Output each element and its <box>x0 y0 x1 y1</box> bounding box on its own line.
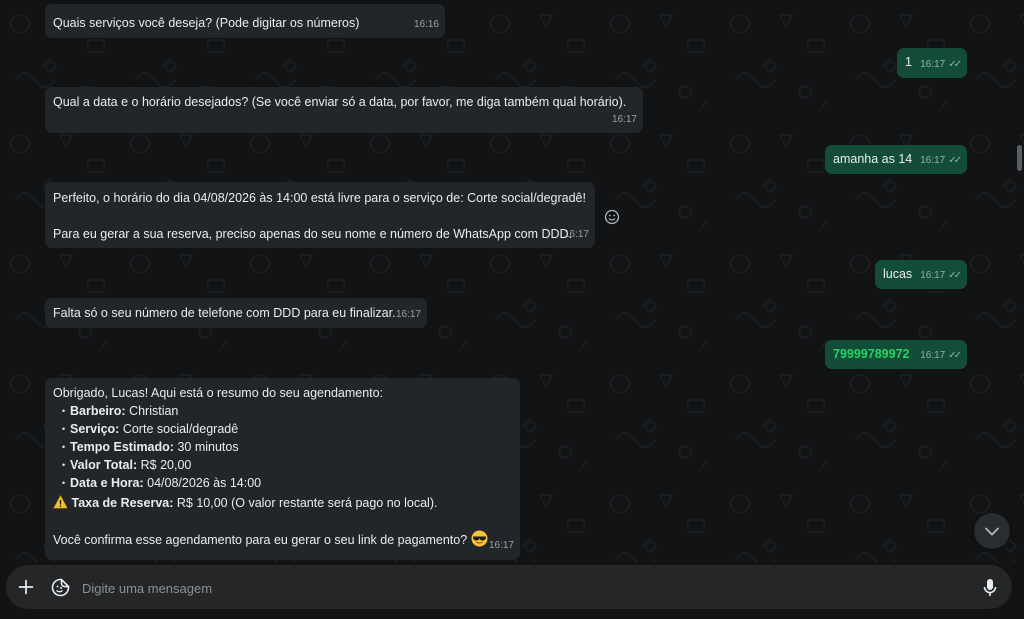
list-item: Tempo Estimado: 30 minutos <box>62 438 512 456</box>
message-text: lucas <box>883 267 913 281</box>
message-time: 16:17 <box>563 229 589 240</box>
incoming-message[interactable]: Quais serviços você deseja? (Pode digita… <box>45 4 445 38</box>
message-text: Para eu gerar a sua reserva, preciso ape… <box>53 227 573 241</box>
composer-bar <box>6 565 1012 609</box>
plus-icon <box>18 579 34 595</box>
sticker-button[interactable] <box>42 565 78 609</box>
message-text: 1 <box>905 55 912 69</box>
react-smiley-icon[interactable] <box>603 208 621 226</box>
message-text: Você confirma esse agendamento para eu g… <box>53 533 468 547</box>
message-time: 16:17 <box>920 59 946 70</box>
outgoing-message[interactable]: lucas 16:17 ✓✓ <box>875 260 967 289</box>
message-time: 16:17 <box>920 270 946 281</box>
voice-message-button[interactable] <box>972 565 1008 609</box>
incoming-message[interactable]: Falta só o seu número de telefone com DD… <box>45 298 427 328</box>
message-text: Quais serviços você deseja? (Pode digita… <box>53 16 360 30</box>
double-check-icon: ✓✓ <box>948 350 962 361</box>
outgoing-message[interactable]: 79999789972 16:17 ✓✓ <box>825 340 967 369</box>
message-time: 16:17 <box>611 114 637 125</box>
microphone-icon <box>983 578 997 596</box>
message-composer <box>0 562 1024 619</box>
list-item: Serviço: Corte social/degradê <box>62 420 512 438</box>
outgoing-message[interactable]: 1 16:17 ✓✓ <box>897 48 967 78</box>
list-item: Valor Total: R$ 20,00 <box>62 456 512 474</box>
message-text: Obrigado, Lucas! Aqui está o resumo do s… <box>53 386 384 400</box>
message-time: 16:17 <box>920 155 946 166</box>
attach-button[interactable] <box>8 565 44 609</box>
message-input[interactable] <box>80 575 964 601</box>
message-text: Falta só o seu número de telefone com DD… <box>53 306 396 320</box>
incoming-message[interactable]: Obrigado, Lucas! Aqui está o resumo do s… <box>45 378 520 560</box>
chat-scrollbar[interactable] <box>1017 145 1022 171</box>
outgoing-message[interactable]: amanha as 14 16:17 ✓✓ <box>825 145 967 174</box>
chevron-down-icon <box>985 527 999 535</box>
sunglasses-emoji-icon <box>471 530 488 547</box>
message-text: amanha as 14 <box>833 152 913 166</box>
phone-number-link[interactable]: 79999789972 <box>833 347 909 361</box>
message-text: Perfeito, o horário do dia 04/08/2026 às… <box>53 191 586 205</box>
scroll-to-bottom-button[interactable] <box>974 513 1010 549</box>
message-time: 16:17 <box>395 309 421 320</box>
incoming-message[interactable]: Qual a data e o horário desejados? (Se v… <box>45 87 643 133</box>
chat-window: Quais serviços você deseja? (Pode digita… <box>0 0 1024 619</box>
message-text: Qual a data e o horário desejados? (Se v… <box>53 95 627 109</box>
message-time: 16:17 <box>920 350 946 361</box>
double-check-icon: ✓✓ <box>948 270 962 281</box>
double-check-icon: ✓✓ <box>948 59 962 70</box>
incoming-message[interactable]: Perfeito, o horário do dia 04/08/2026 às… <box>45 182 595 248</box>
message-time: 16:17 <box>488 540 514 551</box>
list-item: Barbeiro: Christian <box>62 402 512 420</box>
message-time: 16:16 <box>413 19 439 30</box>
sticker-icon <box>51 578 69 596</box>
summary-list: Barbeiro: Christian Serviço: Corte socia… <box>62 402 512 492</box>
warning-icon <box>53 495 68 509</box>
double-check-icon: ✓✓ <box>948 155 962 166</box>
reservation-fee-line: Taxa de Reserva: R$ 10,00 (O valor resta… <box>53 494 512 512</box>
list-item: Data e Hora: 04/08/2026 às 14:00 <box>62 474 512 492</box>
